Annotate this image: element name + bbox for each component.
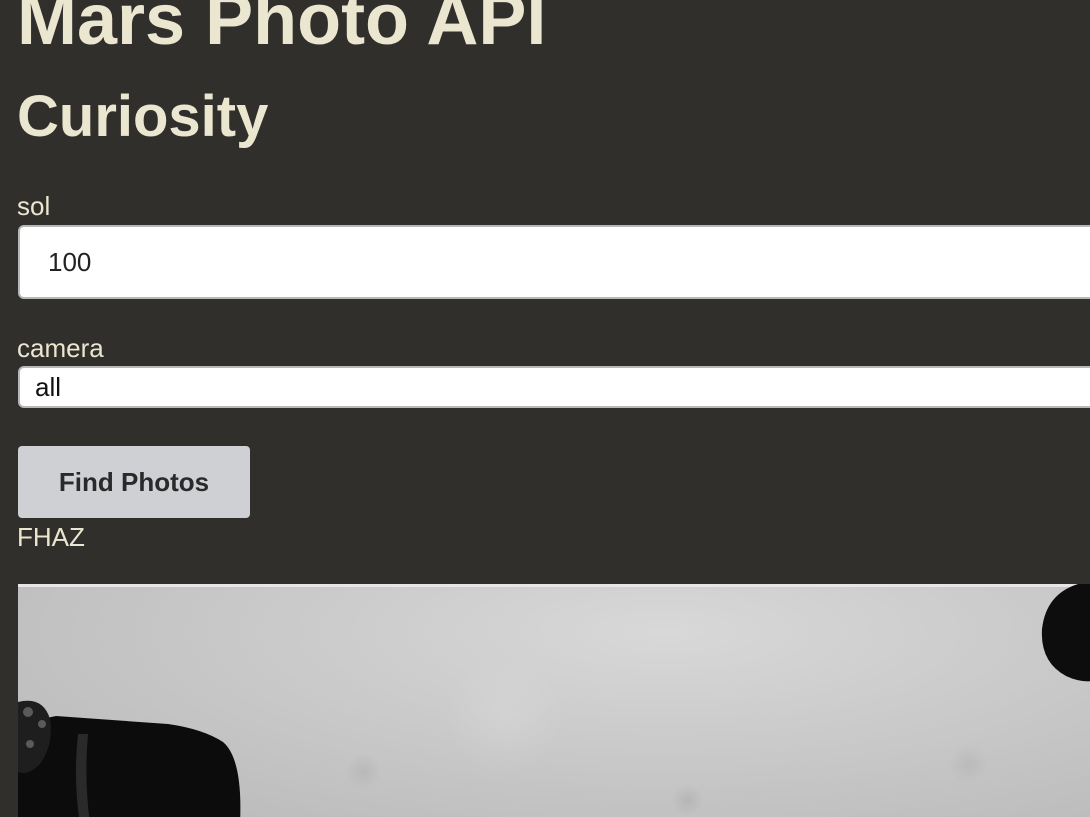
- photo-bolt: [26, 740, 34, 748]
- sol-label: sol: [17, 191, 51, 221]
- page-title: Mars Photo API: [17, 0, 547, 60]
- camera-select[interactable]: all: [18, 366, 1090, 408]
- sol-input[interactable]: [18, 225, 1090, 299]
- photo-bolt: [38, 720, 46, 728]
- find-photos-button[interactable]: Find Photos: [18, 446, 250, 518]
- photo-rover-hardware: [18, 584, 1090, 817]
- photo-bolt: [23, 707, 33, 717]
- result-camera-name: FHAZ: [17, 522, 85, 552]
- photo-wheel-right: [1041, 584, 1090, 682]
- photo-wheel-left: [18, 716, 241, 817]
- rover-name: Curiosity: [17, 84, 269, 149]
- camera-label: camera: [17, 333, 104, 363]
- camera-select-value: all: [35, 371, 62, 402]
- mars-photo: [18, 584, 1090, 817]
